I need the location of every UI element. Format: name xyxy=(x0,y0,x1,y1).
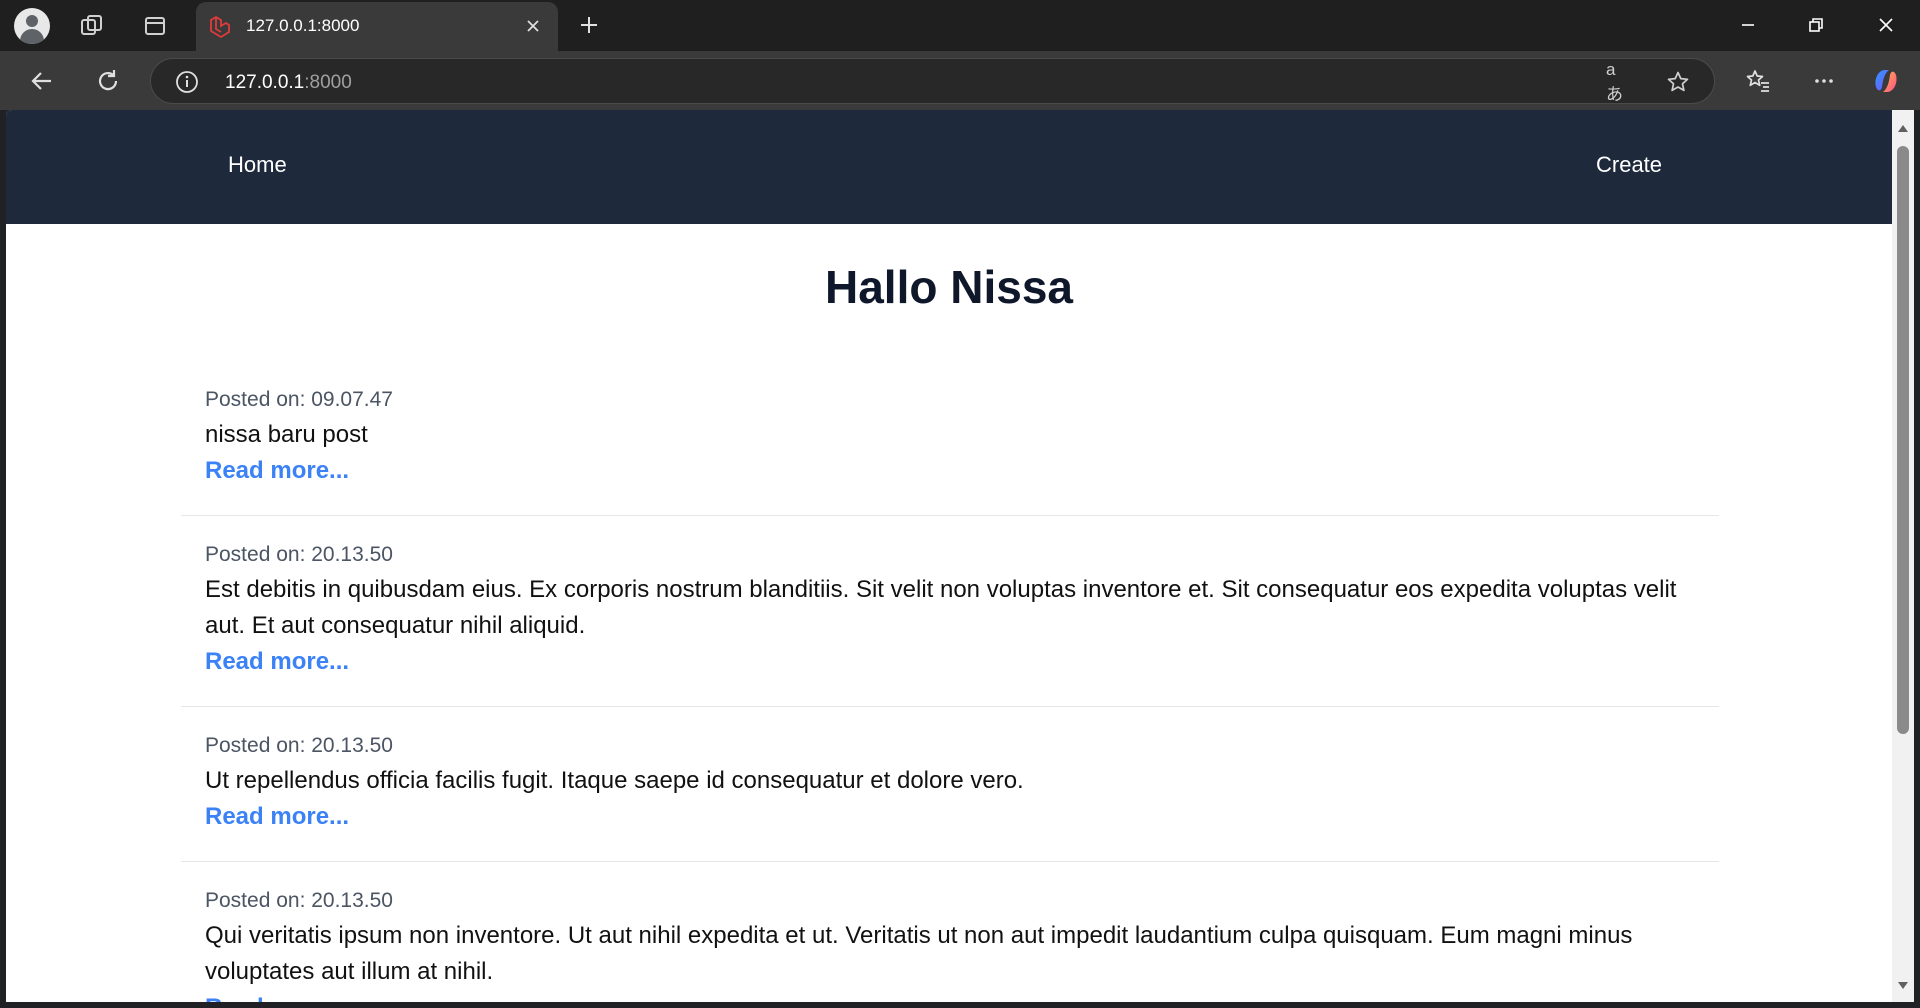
refresh-icon[interactable] xyxy=(90,63,126,99)
post-item: Posted on: 20.13.50 Qui veritatis ipsum … xyxy=(181,862,1719,1002)
more-options-icon[interactable] xyxy=(1806,63,1842,99)
read-more-link[interactable]: Read more... xyxy=(205,799,349,835)
post-date: Posted on: 20.13.50 xyxy=(205,889,393,912)
post-list: Posted on: 09.07.47 nissa baru post Read… xyxy=(181,362,1719,1002)
page-title: Hallo Nissa xyxy=(825,261,1073,313)
profile-avatar-icon[interactable] xyxy=(14,8,50,44)
scrollbar-thumb[interactable] xyxy=(1897,146,1909,734)
read-more-link[interactable]: Read more... xyxy=(205,644,349,680)
close-tab-icon[interactable] xyxy=(522,15,544,37)
scroll-down-arrow-icon[interactable] xyxy=(1897,978,1909,990)
post-item: Posted on: 09.07.47 nissa baru post Read… xyxy=(181,362,1719,516)
post-date: Posted on: 20.13.50 xyxy=(205,543,393,566)
post-body: Est debitis in quibusdam eius. Ex corpor… xyxy=(205,576,1677,639)
workspaces-icon[interactable] xyxy=(74,8,110,44)
post-date: Posted on: 20.13.50 xyxy=(205,734,393,757)
post-item: Posted on: 20.13.50 Est debitis in quibu… xyxy=(181,516,1719,707)
url-text[interactable]: 127.0.0.1:8000 xyxy=(225,72,352,94)
new-tab-icon[interactable] xyxy=(574,10,604,40)
active-tab[interactable]: 127.0.0.1:8000 xyxy=(196,2,558,51)
restore-icon[interactable] xyxy=(1796,10,1836,40)
post-body: Qui veritatis ipsum non inventore. Ut au… xyxy=(205,922,1633,985)
browser-tab-strip: 127.0.0.1:8000 xyxy=(0,0,1920,51)
nav-home-link[interactable]: Home xyxy=(228,152,287,178)
favorites-icon[interactable] xyxy=(1740,63,1776,99)
back-arrow-icon[interactable] xyxy=(24,63,60,99)
post-date: Posted on: 09.07.47 xyxy=(205,388,393,411)
tab-title: 127.0.0.1:8000 xyxy=(246,16,360,35)
post-body: Ut repellendus officia facilis fugit. It… xyxy=(205,767,1024,794)
close-window-icon[interactable] xyxy=(1866,10,1906,40)
read-more-link[interactable]: Read more... xyxy=(205,453,349,489)
page-viewport: Home Create Hallo Nissa Posted on: 09.07… xyxy=(6,110,1892,1002)
nav-create-link[interactable]: Create xyxy=(1596,152,1662,178)
address-bar[interactable]: 127.0.0.1:8000 aあ xyxy=(150,58,1715,104)
read-more-link[interactable]: Read more... xyxy=(205,990,349,1002)
post-body: nissa baru post xyxy=(205,421,368,448)
translate-icon[interactable]: aあ xyxy=(1606,60,1632,104)
copilot-icon[interactable] xyxy=(1868,63,1904,99)
favorite-star-icon[interactable] xyxy=(1665,69,1691,95)
minimize-icon[interactable] xyxy=(1728,10,1768,40)
scroll-up-arrow-icon[interactable] xyxy=(1897,122,1909,134)
post-item: Posted on: 20.13.50 Ut repellendus offic… xyxy=(181,707,1719,862)
tab-actions-icon[interactable] xyxy=(137,8,173,44)
laravel-favicon-icon xyxy=(208,15,232,39)
browser-toolbar: 127.0.0.1:8000 aあ xyxy=(0,51,1920,110)
page-scrollbar[interactable] xyxy=(1892,110,1914,1002)
site-info-icon[interactable] xyxy=(175,70,199,94)
site-navbar: Home Create xyxy=(6,110,1892,224)
